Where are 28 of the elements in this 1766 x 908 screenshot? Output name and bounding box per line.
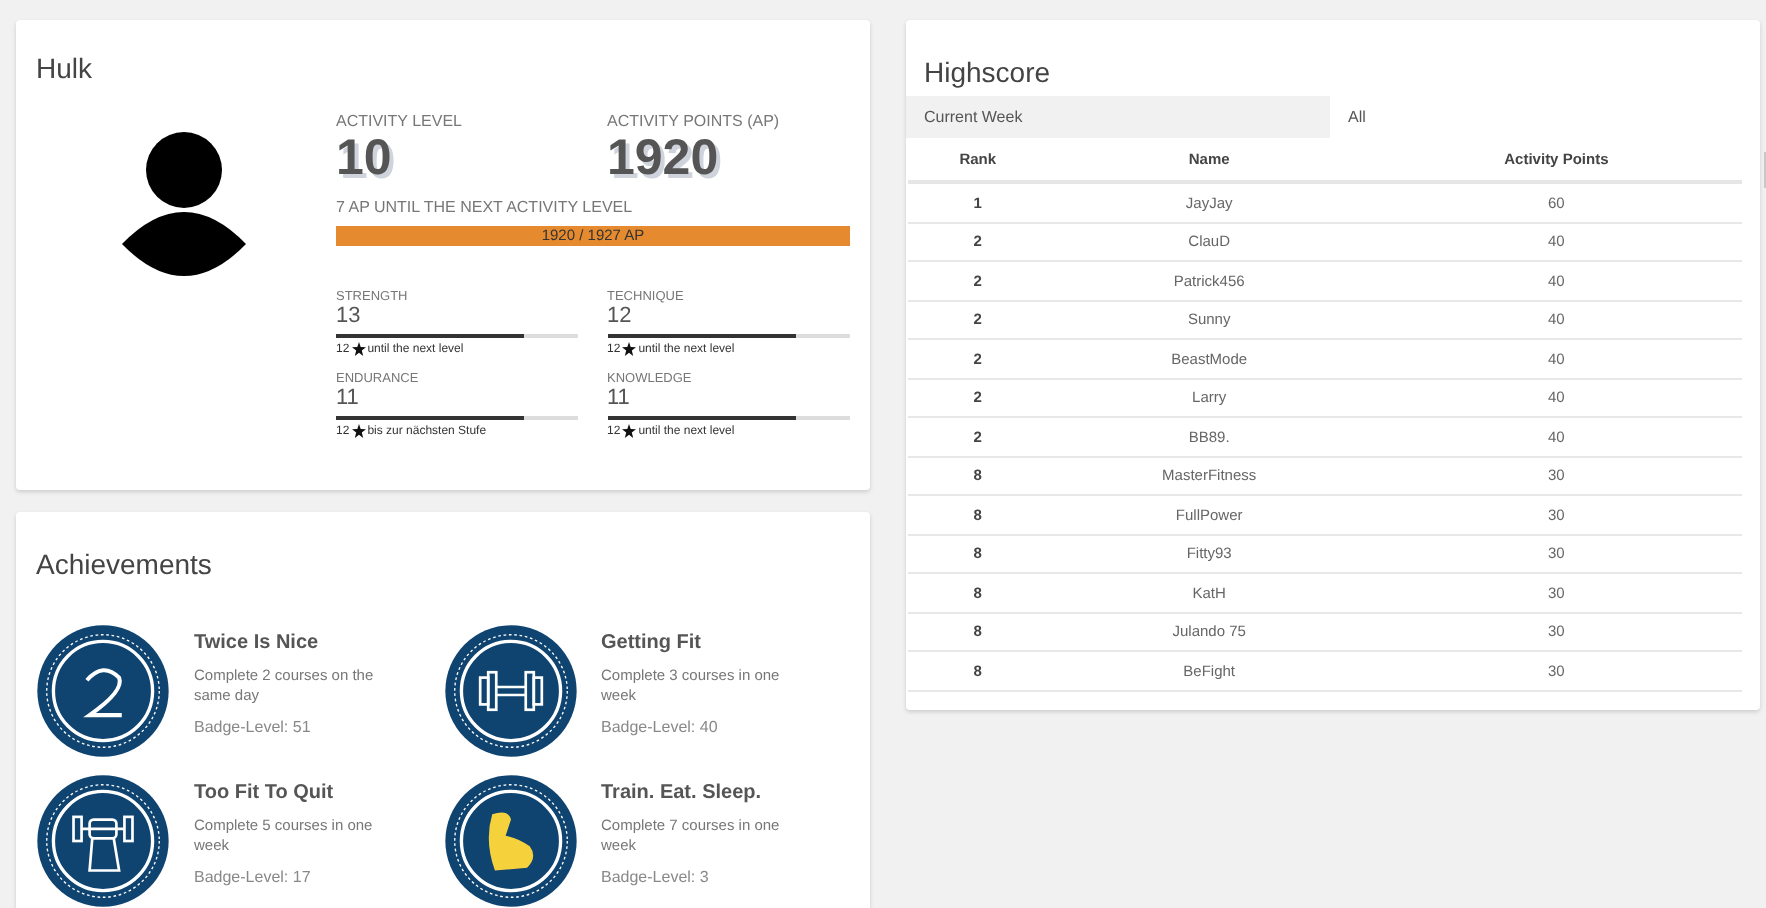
avatar-icon — [122, 132, 246, 276]
next-level-text: 7 AP UNTIL THE NEXT ACTIVITY LEVEL — [336, 198, 635, 216]
activity-points-label: ACTIVITY POINTS (AP) — [607, 112, 782, 130]
badge-level: Badge-Level: 40 — [601, 718, 720, 736]
star-icon — [622, 424, 637, 438]
highscore-title: Highscore — [922, 56, 1053, 88]
achievement-title: Twice Is Nice — [194, 632, 321, 654]
stat-value: 12 — [607, 304, 634, 328]
achievement-title: Too Fit To Quit — [194, 782, 336, 804]
stat-value: 13 — [336, 304, 363, 328]
activity-level-value: 10 — [336, 130, 394, 186]
achievement-title: Getting Fit — [601, 632, 703, 654]
activity-level-label: ACTIVITY LEVEL — [336, 112, 464, 130]
star-icon — [622, 342, 637, 356]
achievement-title: Train. Eat. Sleep. — [601, 782, 764, 804]
star-icon — [351, 424, 366, 438]
activity-points-value: 1920 — [607, 130, 721, 186]
badge-level: Badge-Level: 17 — [194, 868, 313, 886]
stat-value: 11 — [607, 386, 632, 410]
stat-value: 11 — [336, 386, 361, 410]
badge-level: Badge-Level: 3 — [601, 868, 711, 886]
badge-icon — [36, 624, 170, 758]
achievements-title: Achievements — [36, 548, 214, 580]
badge-icon — [443, 624, 577, 758]
period-tab[interactable]: Current Week — [906, 96, 1330, 138]
badge-level: Badge-Level: 51 — [194, 718, 313, 736]
star-icon — [351, 342, 366, 356]
profile-name: Hulk — [36, 52, 95, 84]
